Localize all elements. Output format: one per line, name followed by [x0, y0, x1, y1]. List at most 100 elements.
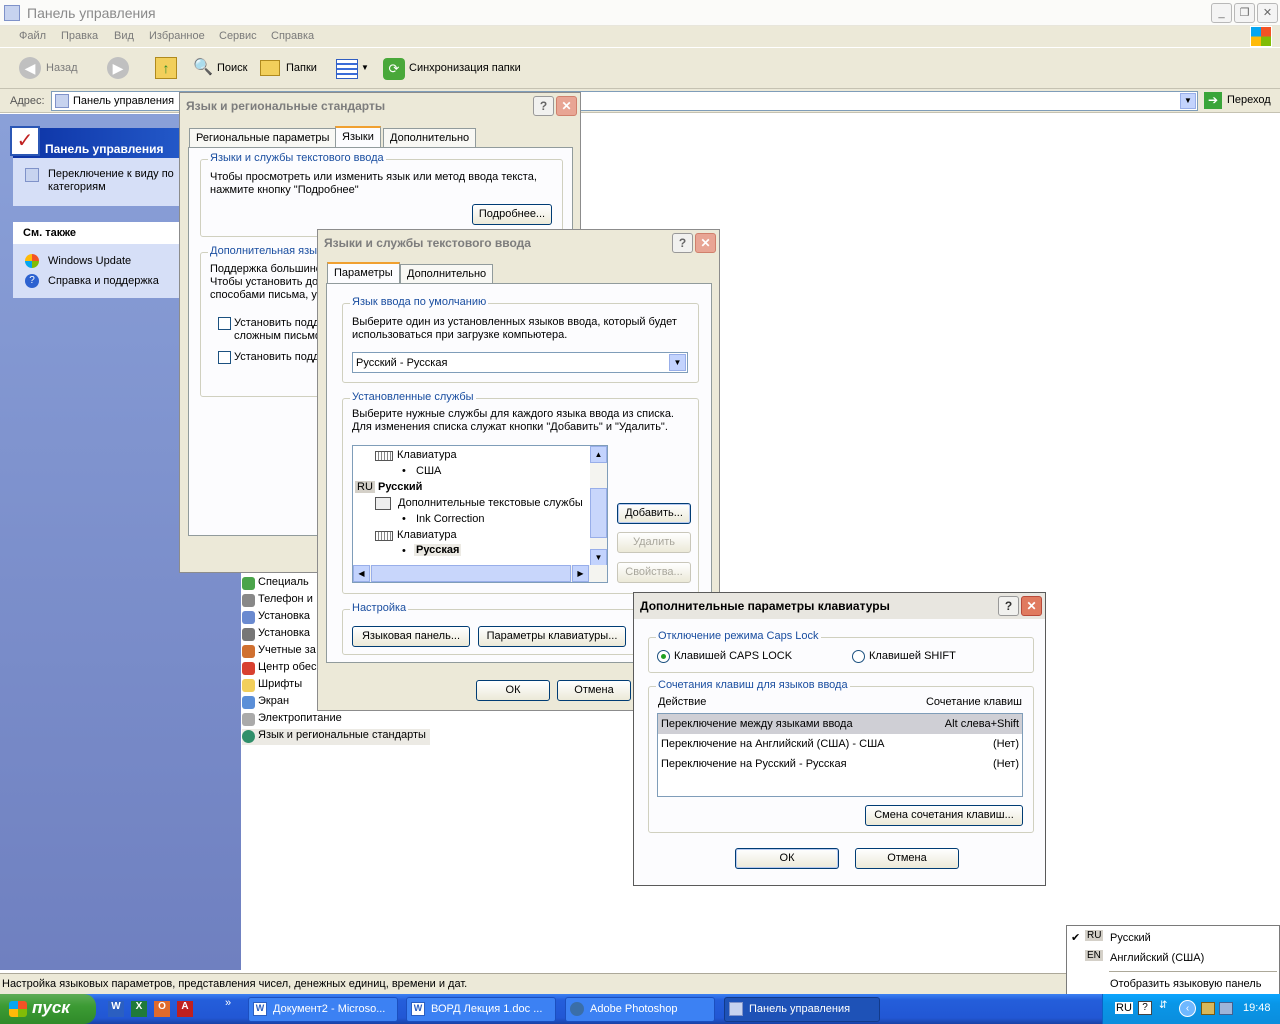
ok-button[interactable]: ОК — [735, 848, 839, 869]
volume-icon[interactable] — [1219, 1002, 1233, 1015]
start-button[interactable]: пуск — [0, 994, 96, 1024]
scroll-up-icon[interactable]: ▲ — [590, 446, 607, 463]
details-button[interactable]: Подробнее... — [472, 204, 552, 225]
quicklaunch-more-icon[interactable]: » — [225, 997, 231, 1009]
cancel-button[interactable]: Отмена — [557, 680, 631, 701]
services-tree[interactable]: Клавиатура • США RU Русский Дополнительн… — [352, 445, 608, 583]
folders-button[interactable]: Папки — [258, 57, 322, 81]
address-dropdown-button[interactable]: ▼ — [1180, 93, 1196, 109]
tab-regional-options[interactable]: Региональные параметры — [189, 128, 337, 148]
menu-view[interactable]: Вид — [114, 30, 134, 42]
forward-arrow-icon[interactable]: ▶ — [107, 57, 129, 79]
back-button[interactable]: ◀ Назад — [17, 55, 97, 81]
scroll-thumb[interactable] — [590, 488, 607, 538]
list-item[interactable]: Учетные за — [242, 644, 316, 660]
menu-favorites[interactable]: Избранное — [149, 30, 205, 42]
scroll-thumb[interactable] — [371, 565, 571, 582]
table-row[interactable]: Переключение на Русский - Русская (Нет) — [658, 754, 1022, 774]
tab-languages[interactable]: Языки — [335, 126, 381, 148]
advanced-key-settings-dialog: Дополнительные параметры клавиатуры ? ✕ … — [633, 592, 1046, 886]
shift-radio[interactable] — [852, 650, 865, 663]
close-button[interactable]: ✕ — [556, 96, 577, 116]
change-key-sequence-button[interactable]: Смена сочетания клавиш... — [865, 805, 1023, 826]
close-button[interactable]: ✕ — [695, 233, 716, 253]
ok-button[interactable]: ОК — [476, 680, 550, 701]
list-item[interactable]: Установка — [242, 627, 310, 643]
default-language-select[interactable]: Русский - Русская ▼ — [352, 352, 688, 373]
menu-bar: Файл Правка Вид Избранное Сервис Справка — [0, 26, 1280, 48]
key-settings-button[interactable]: Параметры клавиатуры... — [478, 626, 626, 647]
list-item[interactable]: Специаль — [242, 576, 309, 592]
vertical-scrollbar[interactable]: ▲ ▼ — [590, 446, 607, 566]
default-language-group: Язык ввода по умолчанию Выберите один из… — [342, 296, 699, 383]
network-icon[interactable] — [1201, 1002, 1215, 1015]
cancel-button[interactable]: Отмена — [855, 848, 959, 869]
list-item[interactable]: Установка — [242, 610, 310, 626]
table-row[interactable]: Переключение между языками ввода Alt сле… — [658, 714, 1022, 734]
keyboard-icon — [375, 531, 393, 541]
maximize-button[interactable]: ❐ — [1234, 3, 1255, 23]
list-item[interactable]: Телефон и — [242, 593, 313, 609]
menu-file[interactable]: Файл — [19, 30, 46, 42]
chevron-down-icon[interactable]: ▼ — [669, 354, 686, 371]
taskbar-button-word-doc2[interactable]: W Документ2 - Microso... — [248, 997, 398, 1022]
menu-divider — [1109, 971, 1277, 972]
menu-help[interactable]: Справка — [271, 30, 314, 42]
caps-lock-radio[interactable] — [657, 650, 670, 663]
help-button[interactable]: ? — [533, 96, 554, 116]
sync-folder-button[interactable]: ⟳ Синхронизация папки — [381, 57, 526, 81]
outlook-quicklaunch-icon[interactable]: O — [154, 1001, 170, 1017]
excel-quicklaunch-icon[interactable]: X — [131, 1001, 147, 1017]
list-item-selected[interactable]: Язык и региональные стандарты — [242, 729, 430, 745]
east-asian-checkbox[interactable] — [218, 351, 231, 364]
taskbar-button-photoshop[interactable]: Adobe Photoshop — [565, 997, 715, 1022]
table-row[interactable]: Переключение на Английский (США) - США (… — [658, 734, 1022, 754]
remove-button[interactable]: Удалить — [617, 532, 691, 553]
complex-script-checkbox[interactable] — [218, 317, 231, 330]
sync-icon: ⟳ — [383, 58, 405, 80]
menu-item-english[interactable]: EN Английский (США) — [1067, 948, 1279, 968]
dialog-body: Отключение режима Caps Lock Клавишей CAP… — [634, 619, 1045, 885]
list-item[interactable]: Шрифты — [242, 678, 302, 694]
add-button[interactable]: Добавить... — [617, 503, 691, 524]
list-item[interactable]: Экран — [242, 695, 289, 711]
tab-advanced[interactable]: Дополнительно — [383, 128, 477, 148]
acrobat-quicklaunch-icon[interactable]: A — [177, 1001, 193, 1017]
close-button[interactable]: ✕ — [1257, 3, 1278, 23]
go-button[interactable]: ➔ Переход — [1204, 91, 1276, 111]
horizontal-scrollbar[interactable]: ◀ ▶ — [353, 565, 607, 582]
menu-item-show-language-bar[interactable]: Отобразить языковую панель — [1067, 974, 1279, 994]
search-button[interactable]: 🔍 Поиск — [190, 57, 252, 81]
hot-keys-list[interactable]: Переключение между языками ввода Alt сле… — [657, 713, 1023, 797]
scroll-left-icon[interactable]: ◀ — [353, 565, 370, 582]
menu-item-russian[interactable]: ✔ RU Русский — [1067, 928, 1279, 948]
scroll-right-icon[interactable]: ▶ — [572, 565, 589, 582]
views-button[interactable]: ▼ — [334, 57, 369, 81]
scroll-down-icon[interactable]: ▼ — [590, 549, 607, 566]
list-item[interactable]: Центр обес — [242, 661, 316, 677]
properties-button[interactable]: Свойства... — [617, 562, 691, 583]
show-hidden-icons-icon[interactable]: ‹ — [1179, 1000, 1196, 1017]
language-indicator[interactable]: RU — [1115, 1002, 1133, 1014]
word-quicklaunch-icon[interactable]: W — [108, 1001, 124, 1017]
switch-view-icon — [25, 168, 39, 182]
system-tray: RU ? ⇵ ‹ 19:48 — [1102, 994, 1280, 1024]
tab-settings[interactable]: Параметры — [327, 262, 400, 284]
language-bar-icon[interactable]: ⇵ — [1159, 1000, 1167, 1011]
back-arrow-icon: ◀ — [19, 57, 41, 79]
menu-tools[interactable]: Сервис — [219, 30, 257, 42]
menu-edit[interactable]: Правка — [61, 30, 98, 42]
list-item[interactable]: Электропитание — [242, 712, 342, 728]
minimize-button[interactable]: _ — [1211, 3, 1232, 23]
power-icon — [242, 713, 255, 726]
help-icon[interactable]: ? — [1138, 1001, 1152, 1015]
language-bar-button[interactable]: Языковая панель... — [352, 626, 470, 647]
taskbar-button-word-lecture[interactable]: W ВОРД Лекция 1.doc ... — [406, 997, 556, 1022]
tab-advanced[interactable]: Дополнительно — [400, 264, 494, 284]
up-folder-icon[interactable]: ↑ — [155, 57, 177, 79]
help-button[interactable]: ? — [672, 233, 693, 253]
close-button[interactable]: ✕ — [1021, 596, 1042, 616]
taskbar-button-control-panel[interactable]: Панель управления — [724, 997, 880, 1022]
column-header-keys: Сочетание клавиш — [925, 696, 1022, 708]
help-button[interactable]: ? — [998, 596, 1019, 616]
